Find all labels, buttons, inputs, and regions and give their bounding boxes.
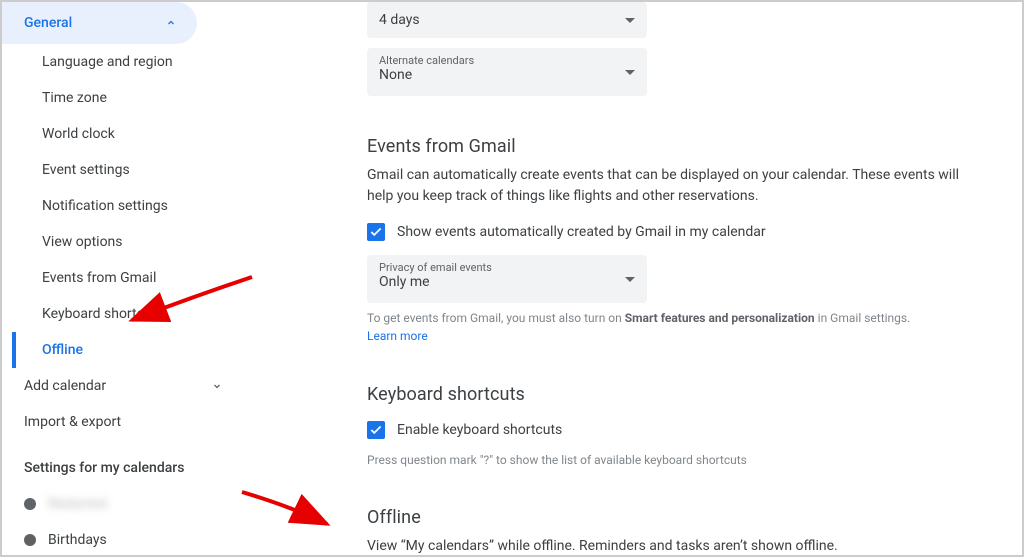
select-label: Privacy of email events	[379, 261, 635, 274]
section-events-gmail: Events from Gmail Gmail can automaticall…	[367, 136, 982, 344]
section-header: Events from Gmail	[367, 136, 982, 157]
settings-sidebar: General Language and region Time zone Wo…	[2, 2, 247, 555]
chevron-up-icon	[165, 17, 177, 29]
sidebar-item-events-gmail[interactable]: Events from Gmail	[12, 260, 247, 296]
select-value: None	[379, 67, 635, 83]
section-offline: Offline View “My calendars” while offlin…	[367, 507, 982, 555]
sidebar-item-add-calendar[interactable]: Add calendar	[2, 368, 247, 404]
custom-view-select[interactable]: 4 days	[367, 2, 647, 38]
sidebar-item-keyboard-shortcuts[interactable]: Keyboard shortcuts	[12, 296, 247, 332]
shortcuts-hint-text: Press question mark "?" to show the list…	[367, 453, 982, 467]
show-gmail-events-checkbox[interactable]	[367, 223, 385, 241]
sidebar-item-offline[interactable]: Offline	[12, 332, 247, 368]
sidebar-calendar-item[interactable]: Birthdays	[2, 522, 247, 555]
sidebar-group-general[interactable]: General	[2, 2, 197, 44]
checkbox-label: Enable keyboard shortcuts	[397, 422, 562, 438]
sidebar-item-language-region[interactable]: Language and region	[12, 44, 247, 80]
chevron-down-icon	[211, 380, 223, 392]
enable-keyboard-shortcuts-checkbox[interactable]	[367, 421, 385, 439]
sidebar-group-label: General	[24, 15, 72, 31]
privacy-email-events-select[interactable]: Privacy of email events Only me	[367, 255, 647, 303]
section-header: Offline	[367, 507, 982, 528]
select-value: 4 days	[379, 12, 420, 28]
sidebar-subitems: Language and region Time zone World cloc…	[2, 44, 247, 368]
section-header: Keyboard shortcuts	[367, 384, 982, 405]
sidebar-item-event-settings[interactable]: Event settings	[12, 152, 247, 188]
calendar-label: Birthdays	[48, 532, 107, 548]
alternate-calendars-select[interactable]: Alternate calendars None	[367, 48, 647, 96]
select-value: Only me	[379, 274, 635, 290]
sidebar-item-label: Add calendar	[24, 378, 106, 394]
section-keyboard-shortcuts: Keyboard shortcuts Enable keyboard short…	[367, 384, 982, 467]
dropdown-arrow-icon	[625, 271, 635, 287]
dropdown-arrow-icon	[625, 12, 635, 28]
calendar-color-dot-icon	[24, 534, 36, 546]
sidebar-calendar-item[interactable]: Redacted	[2, 486, 247, 522]
sidebar-item-label: Import & export	[24, 414, 121, 430]
sidebar-item-world-clock[interactable]: World clock	[12, 116, 247, 152]
sidebar-mycal-header: Settings for my calendars	[2, 440, 247, 486]
sidebar-item-notification-settings[interactable]: Notification settings	[12, 188, 247, 224]
dropdown-arrow-icon	[625, 64, 635, 80]
calendar-label: Redacted	[48, 496, 107, 512]
settings-main: 4 days Alternate calendars None Events f…	[247, 2, 1022, 555]
section-desc: View “My calendars” while offline. Remin…	[367, 536, 967, 555]
checkbox-label: Show events automatically created by Gma…	[397, 224, 766, 240]
sidebar-item-view-options[interactable]: View options	[12, 224, 247, 260]
sidebar-item-import-export[interactable]: Import & export	[2, 404, 247, 440]
calendar-color-dot-icon	[24, 498, 36, 510]
gmail-hint-text: To get events from Gmail, you must also …	[367, 311, 982, 325]
sidebar-item-time-zone[interactable]: Time zone	[12, 80, 247, 116]
learn-more-link[interactable]: Learn more	[367, 329, 428, 343]
select-label: Alternate calendars	[379, 54, 635, 67]
section-desc: Gmail can automatically create events th…	[367, 165, 967, 207]
